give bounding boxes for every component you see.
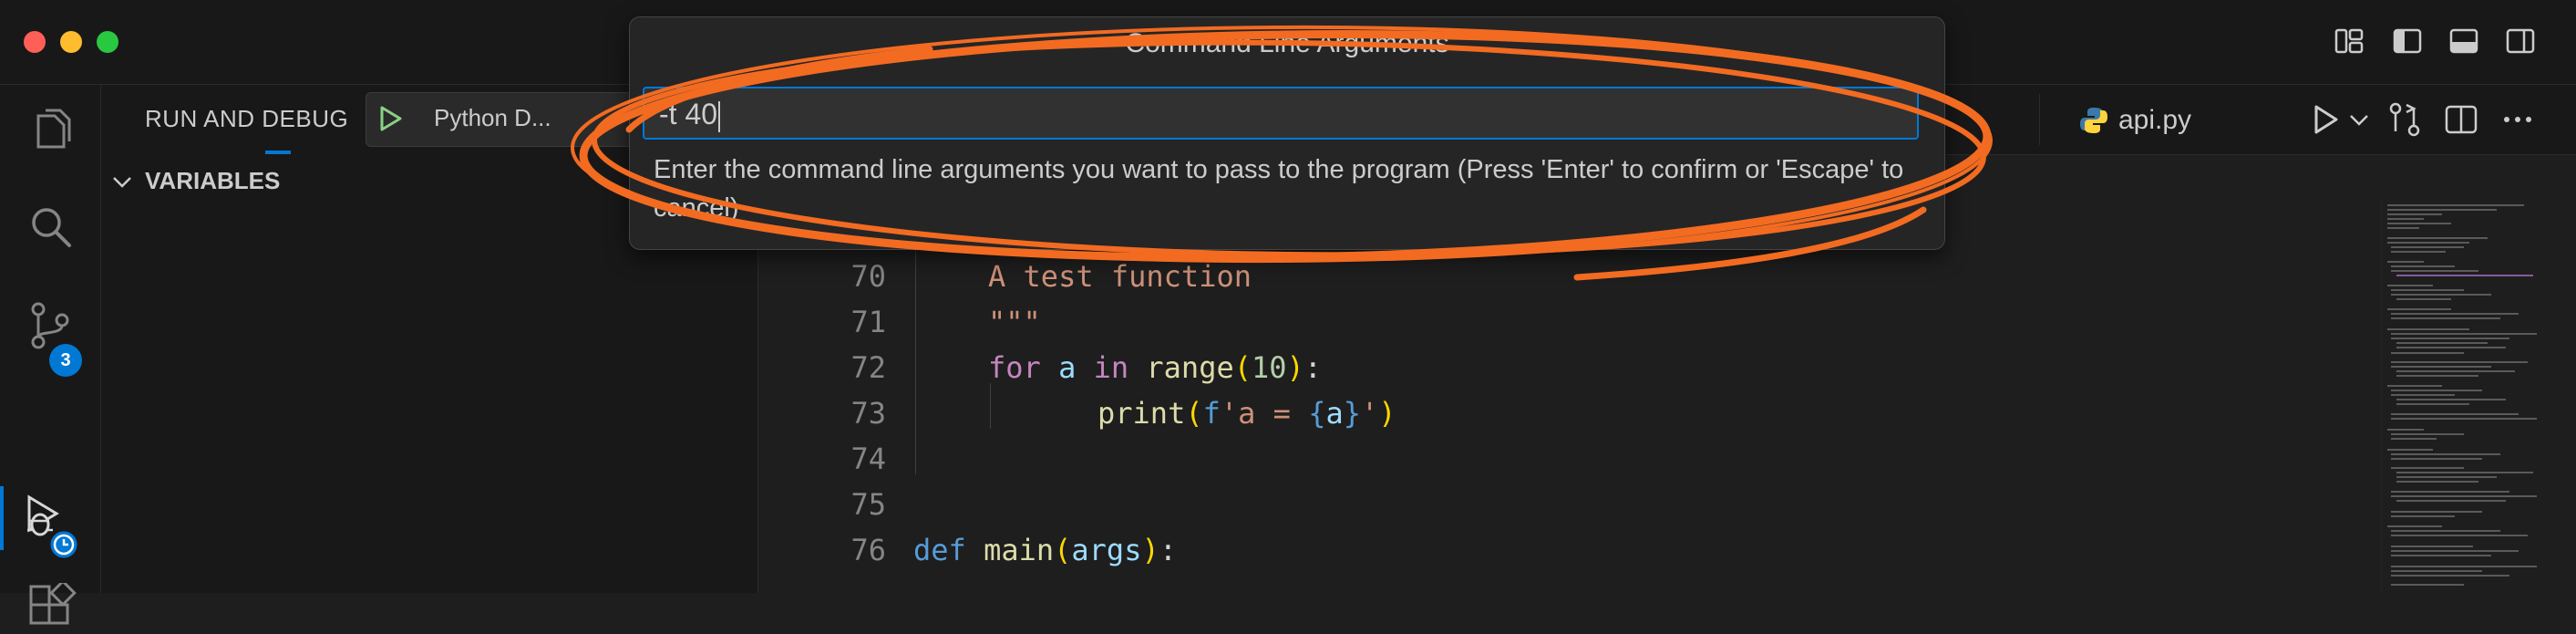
run-python-file-icon[interactable] <box>2308 101 2344 138</box>
text-caret <box>718 100 721 132</box>
minimap-lines <box>2387 204 2537 586</box>
start-debugging-icon[interactable] <box>375 103 406 134</box>
line-number: 74 <box>850 442 886 476</box>
split-editor-icon[interactable] <box>2443 101 2479 138</box>
line-number: 72 <box>850 350 886 385</box>
customize-layout-icon[interactable] <box>2334 26 2365 57</box>
code-line: 71 """ <box>758 301 2381 347</box>
line-number: 73 <box>850 396 886 431</box>
tab-divider <box>2039 94 2040 145</box>
arguments-input-value: -t 40 <box>659 98 718 130</box>
python-file-icon <box>2080 108 2107 133</box>
line-number: 71 <box>850 305 886 339</box>
zoom-window-button[interactable] <box>97 31 118 53</box>
minimize-window-button[interactable] <box>60 31 82 53</box>
sidebar-title-underline <box>265 151 291 154</box>
sidebar-title: RUN AND DEBUG <box>145 105 349 132</box>
line-number: 76 <box>850 533 886 567</box>
open-changes-icon[interactable] <box>2386 101 2423 138</box>
toggle-secondary-sidebar-icon[interactable] <box>2505 26 2536 57</box>
code-line: 70 A test function <box>758 255 2381 301</box>
toggle-panel-icon[interactable] <box>2448 26 2479 57</box>
chevron-down-icon[interactable] <box>110 171 134 194</box>
code-line: 75 <box>758 483 2381 529</box>
tab-label: api.py <box>2118 105 2192 135</box>
minimap[interactable] <box>2381 201 2576 593</box>
explorer-icon[interactable] <box>26 107 77 158</box>
clock-icon <box>47 528 80 561</box>
close-window-button[interactable] <box>24 31 46 53</box>
active-view-indicator <box>0 486 4 550</box>
code-line: 72 for a in range(10): <box>758 347 2381 392</box>
command-line-arguments-dialog: Command Line Arguments -t 40 Enter the c… <box>629 16 1945 250</box>
line-number: 70 <box>850 259 886 294</box>
search-icon[interactable] <box>26 202 77 253</box>
more-actions-icon[interactable] <box>2499 101 2536 138</box>
chevron-down-icon[interactable] <box>2346 101 2372 138</box>
activity-bar: 3 <box>0 85 101 625</box>
code-line: 74 <box>758 438 2381 483</box>
code-line: 73 print(f'a = {a}') <box>758 392 2381 438</box>
run-config-label[interactable]: Python D... <box>434 104 551 132</box>
variables-section-header[interactable]: VARIABLES <box>145 167 280 195</box>
line-number: 75 <box>850 487 886 522</box>
tab-api-py[interactable]: api.py <box>2053 85 2244 154</box>
code-editor[interactable]: 70 A test function 71 """ 72 for a in ra… <box>758 201 2381 593</box>
source-control-badge: 3 <box>49 344 82 377</box>
dialog-help-text: Enter the command line arguments you wan… <box>654 155 1904 223</box>
code-line: 76 def main(args): <box>758 529 2381 575</box>
toggle-primary-sidebar-icon[interactable] <box>2392 26 2423 57</box>
extensions-icon[interactable] <box>26 583 77 634</box>
dialog-title: Command Line Arguments <box>1125 28 1449 58</box>
arguments-input[interactable]: -t 40 <box>643 87 1919 140</box>
